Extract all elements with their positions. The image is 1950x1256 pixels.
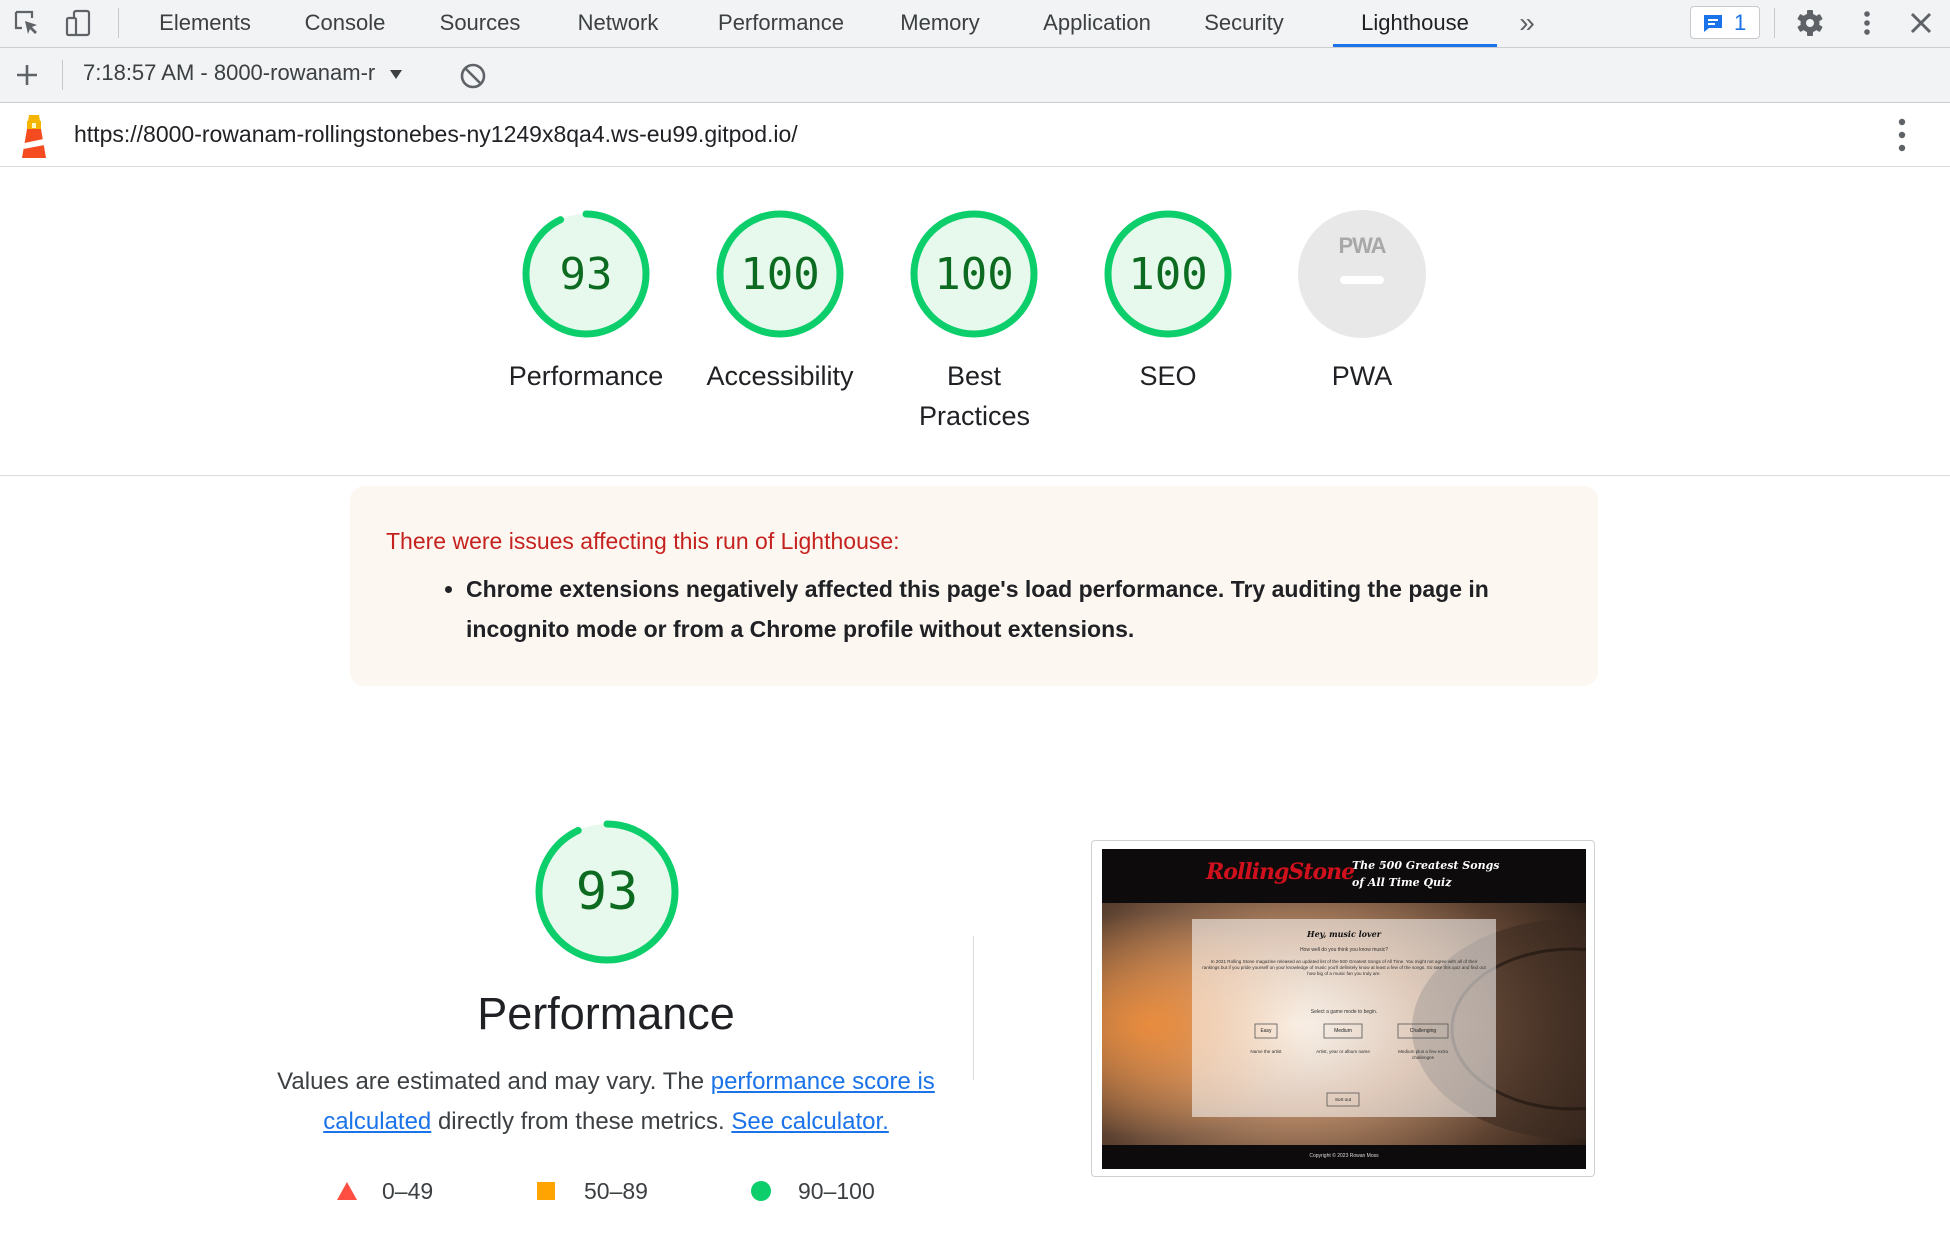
screenshot-card-body: In 2021 Rolling Stone magazine released … <box>1202 959 1486 976</box>
tab-sources[interactable]: Sources <box>436 0 524 47</box>
legend-pass: 90–100 <box>750 1178 875 1205</box>
tab-performance[interactable]: Performance <box>711 0 851 47</box>
screenshot-brand: RollingStone <box>1206 859 1355 885</box>
screenshot-mode-medium: Medium <box>1334 1028 1352 1034</box>
report-url[interactable]: https://8000-rowanam-rollingstonebes-ny1… <box>74 121 798 148</box>
screenshot-card-sub: How well do you think you know music? <box>1299 947 1389 953</box>
fail-triangle-icon <box>337 1182 357 1200</box>
screenshot-heading-1: The 500 Greatest Songs <box>1352 859 1500 872</box>
gauge-performance-label: Performance <box>508 361 664 391</box>
legend-average: 50–89 <box>536 1178 648 1205</box>
tab-elements[interactable]: Elements <box>155 0 255 47</box>
issues-count: 1 <box>1734 10 1747 35</box>
device-toolbar-icon[interactable] <box>64 8 94 38</box>
devtools-tab-bar: Elements Console Sources Network Performance… <box>0 0 1950 48</box>
final-screenshot-thumbnail[interactable]: RollingStone The 500 Greatest Songs of A… <box>1091 840 1595 1177</box>
gauge-accessibility[interactable]: 100 Accessibility <box>685 208 875 396</box>
gauge-best-practices[interactable]: 100 Best Practices <box>879 208 1069 436</box>
performance-score-large: 93 <box>576 862 639 922</box>
tab-security[interactable]: Security <box>1199 0 1289 47</box>
gauge-pwa-ring: PWA <box>1298 210 1426 338</box>
gauge-performance-ring: 93 <box>522 210 650 338</box>
performance-gauge-large[interactable]: 93 <box>533 818 681 966</box>
perf-desc-middle: directly from these metrics. <box>431 1108 732 1135</box>
tab-memory[interactable]: Memory <box>895 0 985 47</box>
tab-console[interactable]: Console <box>300 0 390 47</box>
gauge-best-practices-label: Best Practices <box>919 361 1031 431</box>
tab-lighthouse[interactable]: Lighthouse <box>1333 0 1497 47</box>
clear-all-icon[interactable] <box>458 61 488 91</box>
report-url-bar: https://8000-rowanam-rollingstonebes-ny1… <box>0 103 1950 167</box>
legend-pass-label: 90–100 <box>798 1178 875 1204</box>
warning-list: Chrome extensions negatively affected th… <box>386 569 1562 649</box>
screenshot-heading-2: of All Time Quiz <box>1352 876 1452 889</box>
gauge-accessibility-ring: 100 <box>716 210 844 338</box>
perf-desc-prefix: Values are estimated and may vary. The <box>277 1068 711 1095</box>
vertical-divider <box>973 936 974 1080</box>
pwa-dash-icon <box>1340 276 1384 284</box>
gauge-score: 100 <box>934 249 1013 300</box>
screenshot-mode-desc-1: Name the artist <box>1250 1049 1282 1054</box>
pass-circle-icon <box>751 1181 771 1201</box>
pwa-logo-icon: PWA <box>1338 233 1386 258</box>
warning-item: Chrome extensions negatively affected th… <box>466 569 1562 649</box>
screenshot-mode-challenging: Challenging <box>1409 1028 1437 1034</box>
screenshot-select-mode: Select a game mode to begin. <box>1310 1009 1378 1015</box>
screenshot-mode-easy: Easy <box>1260 1028 1272 1034</box>
gauge-pwa-label: PWA <box>1331 361 1393 391</box>
new-report-plus-icon[interactable] <box>12 60 42 90</box>
toolbar-separator <box>62 60 63 90</box>
warning-title: There were issues affecting this run of … <box>386 528 900 554</box>
toolbar-separator <box>1774 8 1775 38</box>
dropdown-triangle-icon <box>390 70 403 79</box>
average-square-icon <box>537 1182 555 1200</box>
gauge-score: 100 <box>740 249 819 300</box>
screenshot-mode-desc-3: Medium plus a few extra challenges <box>1398 1049 1448 1060</box>
pwa-badge-bg <box>1298 210 1426 338</box>
lighthouse-toolbar: 7:18:57 AM - 8000-rowanam-r <box>0 48 1950 103</box>
performance-description: Values are estimated and may vary. The p… <box>276 1062 936 1142</box>
run-warnings-box: There were issues affecting this run of … <box>350 486 1598 686</box>
issues-button[interactable]: 1 <box>1690 6 1760 39</box>
gauge-seo[interactable]: 100 SEO <box>1073 208 1263 396</box>
inspect-element-icon[interactable] <box>12 8 42 38</box>
gauge-score: 93 <box>560 249 613 300</box>
gauge-seo-ring: 100 <box>1104 210 1232 338</box>
tab-application[interactable]: Application <box>1031 0 1163 47</box>
gauge-pwa[interactable]: PWA PWA <box>1267 208 1457 396</box>
gauge-best-practices-ring: 100 <box>910 210 1038 338</box>
gauge-seo-label: SEO <box>1139 361 1197 391</box>
screenshot-sort-button: Sort out <box>1334 1097 1352 1102</box>
screenshot-mode-desc-2: Artist, year or album name <box>1316 1049 1370 1054</box>
report-select-label: 7:18:57 AM - 8000-rowanam-r <box>83 60 376 85</box>
gauge-score: 100 <box>1128 249 1207 300</box>
gauge-performance[interactable]: 93 Performance <box>491 208 681 396</box>
performance-heading: Performance <box>477 988 735 1039</box>
close-devtools-icon[interactable] <box>1906 8 1936 38</box>
report-select-dropdown[interactable]: 7:18:57 AM - 8000-rowanam-r <box>83 60 403 86</box>
settings-gear-icon[interactable] <box>1795 8 1825 38</box>
toolbar-separator <box>118 8 119 38</box>
lighthouse-logo-icon <box>16 113 52 164</box>
screenshot-card-title: Hey, music lover <box>1307 929 1381 939</box>
legend-average-label: 50–89 <box>584 1178 648 1204</box>
legend-fail: 0–49 <box>336 1178 433 1205</box>
legend-fail-label: 0–49 <box>382 1178 434 1204</box>
section-divider <box>0 475 1950 476</box>
more-tabs-button[interactable]: » <box>1512 0 1542 47</box>
gauge-accessibility-label: Accessibility <box>706 361 854 391</box>
report-menu-icon[interactable] <box>1890 118 1914 157</box>
page-screenshot: RollingStone The 500 Greatest Songs of A… <box>1102 849 1586 1169</box>
screenshot-footer: Copyright © 2023 Rowan Moss <box>1309 1153 1379 1159</box>
issues-icon <box>1704 15 1722 32</box>
see-calculator-link[interactable]: See calculator. <box>731 1108 888 1135</box>
more-options-icon[interactable] <box>1852 8 1882 38</box>
tab-network[interactable]: Network <box>572 0 664 47</box>
